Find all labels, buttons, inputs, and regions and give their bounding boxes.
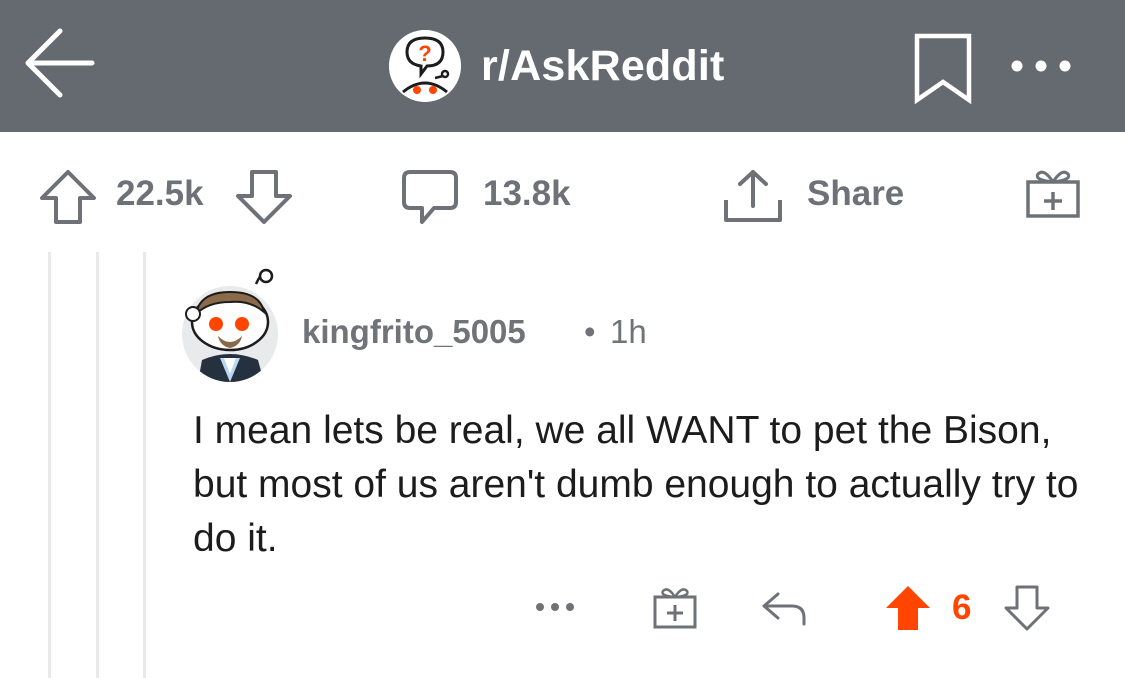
post-action-bar: 22.5k 13.8k Share	[0, 132, 1125, 252]
more-horizontal-icon	[536, 603, 574, 611]
upvote-arrow-icon	[40, 170, 96, 224]
post-upvote-count: 22.5k	[116, 174, 204, 213]
back-arrow-icon	[25, 28, 95, 98]
comment-downvote-button[interactable]	[1004, 584, 1050, 632]
snoo-avatar	[182, 268, 278, 382]
thread-line[interactable]	[96, 252, 99, 678]
user-avatar[interactable]	[180, 262, 280, 382]
gift-award-icon	[653, 588, 697, 629]
share-label[interactable]: Share	[807, 172, 904, 216]
back-button[interactable]	[22, 26, 96, 100]
downvote-arrow-icon	[236, 170, 292, 224]
thread-line[interactable]	[143, 252, 146, 678]
top-navigation-bar: ? r/AskReddit	[0, 0, 1125, 132]
comment-vote-count: 6	[952, 588, 972, 627]
share-button[interactable]	[722, 166, 784, 226]
comment-timestamp: 1h	[610, 313, 647, 350]
more-horizontal-icon	[1011, 60, 1071, 72]
comment-reply-button[interactable]	[760, 588, 808, 628]
post-downvote-button[interactable]	[234, 168, 294, 226]
thread-line[interactable]	[48, 252, 51, 678]
meta-separator: •	[584, 313, 596, 350]
more-options-button[interactable]	[1005, 48, 1077, 84]
post-comment-count: 13.8k	[483, 174, 571, 213]
downvote-arrow-icon	[1004, 585, 1050, 631]
post-comments-button[interactable]	[400, 168, 460, 228]
reddit-comment-screen: ? r/AskReddit 22.5k 13.8k Share kingfrit…	[0, 0, 1125, 678]
comment-upvote-button[interactable]	[884, 584, 932, 632]
comment-username[interactable]: kingfrito_5005	[302, 308, 526, 356]
comment-body: I mean lets be real, we all WANT to pet …	[193, 409, 1079, 560]
gift-award-icon	[1026, 170, 1080, 218]
comment-more-button[interactable]	[532, 590, 578, 624]
post-award-button[interactable]	[1024, 166, 1082, 220]
bookmark-icon	[914, 33, 972, 105]
bookmark-button[interactable]	[913, 32, 973, 105]
askreddit-snoo-icon: ?	[389, 30, 461, 102]
subreddit-name[interactable]: r/AskReddit	[481, 38, 725, 94]
reply-arrow-icon	[762, 592, 806, 626]
comment-award-button[interactable]	[652, 584, 698, 630]
share-icon	[724, 170, 782, 222]
svg-text:?: ?	[418, 41, 431, 66]
upvote-arrow-filled-icon	[886, 586, 930, 630]
subreddit-icon[interactable]: ?	[389, 30, 461, 102]
post-upvote-button[interactable]	[38, 168, 98, 226]
comment-bubble-icon	[402, 170, 458, 224]
